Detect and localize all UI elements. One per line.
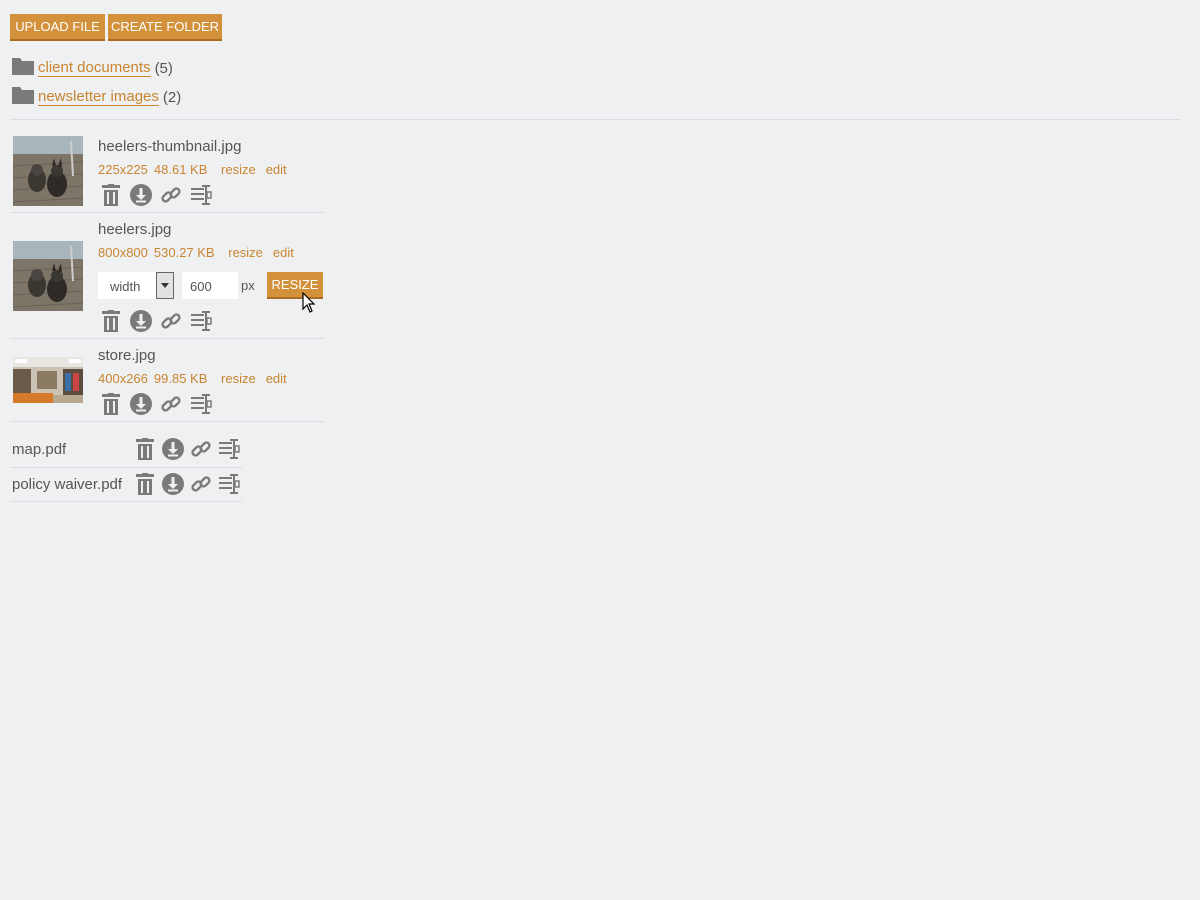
file-size: 99.85 KB	[153, 371, 208, 386]
divider	[10, 421, 324, 422]
insert-icon[interactable]	[186, 183, 216, 207]
download-icon[interactable]	[126, 309, 156, 333]
folder-link-newsletter-images[interactable]: newsletter images	[38, 88, 159, 106]
insert-icon[interactable]	[215, 472, 243, 496]
folder-row: client documents (5)	[12, 57, 173, 79]
trash-icon[interactable]	[96, 183, 126, 207]
link-icon[interactable]	[156, 392, 186, 416]
chevron-down-icon[interactable]	[156, 272, 174, 299]
divider	[10, 501, 242, 502]
file-size: 530.27 KB	[153, 245, 215, 260]
divider	[10, 338, 324, 339]
resize-link[interactable]: resize	[221, 371, 256, 386]
divider	[10, 119, 1180, 120]
folder-icon	[12, 86, 34, 108]
file-meta: 225x225 48.61 KB resize edit	[98, 162, 293, 177]
edit-link[interactable]: edit	[266, 162, 287, 177]
file-actions	[131, 437, 243, 461]
folder-link-client-documents[interactable]: client documents	[38, 59, 151, 77]
resize-value-text: 600	[190, 279, 212, 294]
download-icon[interactable]	[159, 472, 187, 496]
download-icon[interactable]	[126, 183, 156, 207]
link-icon[interactable]	[187, 472, 215, 496]
trash-icon[interactable]	[131, 437, 159, 461]
file-name: heelers.jpg	[98, 221, 172, 238]
folder-row: newsletter images (2)	[12, 86, 181, 108]
file-meta: 800x800 530.27 KB resize edit	[98, 245, 300, 260]
file-actions	[96, 392, 216, 416]
file-actions	[96, 183, 216, 207]
insert-icon[interactable]	[186, 309, 216, 333]
file-actions	[131, 472, 243, 496]
folder-count: (2)	[162, 88, 182, 106]
trash-icon[interactable]	[131, 472, 159, 496]
image-dimensions: 400x266	[98, 371, 148, 386]
insert-icon[interactable]	[215, 437, 243, 461]
image-dimensions: 225x225	[98, 162, 148, 177]
download-icon[interactable]	[126, 392, 156, 416]
insert-icon[interactable]	[186, 392, 216, 416]
file-meta: 400x266 99.85 KB resize edit	[98, 371, 293, 386]
create-folder-button[interactable]: CREATE FOLDER	[108, 14, 222, 41]
divider	[10, 212, 324, 213]
mouse-cursor-icon	[302, 291, 316, 319]
image-thumbnail[interactable]	[13, 357, 83, 403]
divider	[10, 467, 242, 468]
folder-count: (5)	[154, 59, 173, 77]
download-icon[interactable]	[159, 437, 187, 461]
resize-link[interactable]: resize	[221, 162, 256, 177]
file-name: heelers-thumbnail.jpg	[98, 138, 242, 155]
edit-link[interactable]: edit	[273, 245, 294, 260]
file-size: 48.61 KB	[153, 162, 208, 177]
resize-link[interactable]: resize	[228, 245, 263, 260]
folder-icon	[12, 57, 34, 79]
upload-file-button[interactable]: UPLOAD FILE	[10, 14, 105, 41]
edit-link[interactable]: edit	[266, 371, 287, 386]
resize-dimension-value: width	[110, 279, 141, 294]
resize-unit-label: px	[241, 278, 255, 293]
image-dimensions: 800x800	[98, 245, 148, 260]
link-icon[interactable]	[156, 183, 186, 207]
trash-icon[interactable]	[96, 392, 126, 416]
file-name: store.jpg	[98, 347, 156, 364]
resize-value-input[interactable]: 600	[182, 272, 238, 299]
image-thumbnail[interactable]	[13, 241, 83, 311]
file-actions	[96, 309, 216, 333]
trash-icon[interactable]	[96, 309, 126, 333]
file-name: policy waiver.pdf	[12, 476, 123, 493]
resize-dimension-select[interactable]: width	[98, 272, 174, 299]
link-icon[interactable]	[156, 309, 186, 333]
file-name: map.pdf	[12, 441, 67, 458]
link-icon[interactable]	[187, 437, 215, 461]
image-thumbnail[interactable]	[13, 136, 83, 206]
